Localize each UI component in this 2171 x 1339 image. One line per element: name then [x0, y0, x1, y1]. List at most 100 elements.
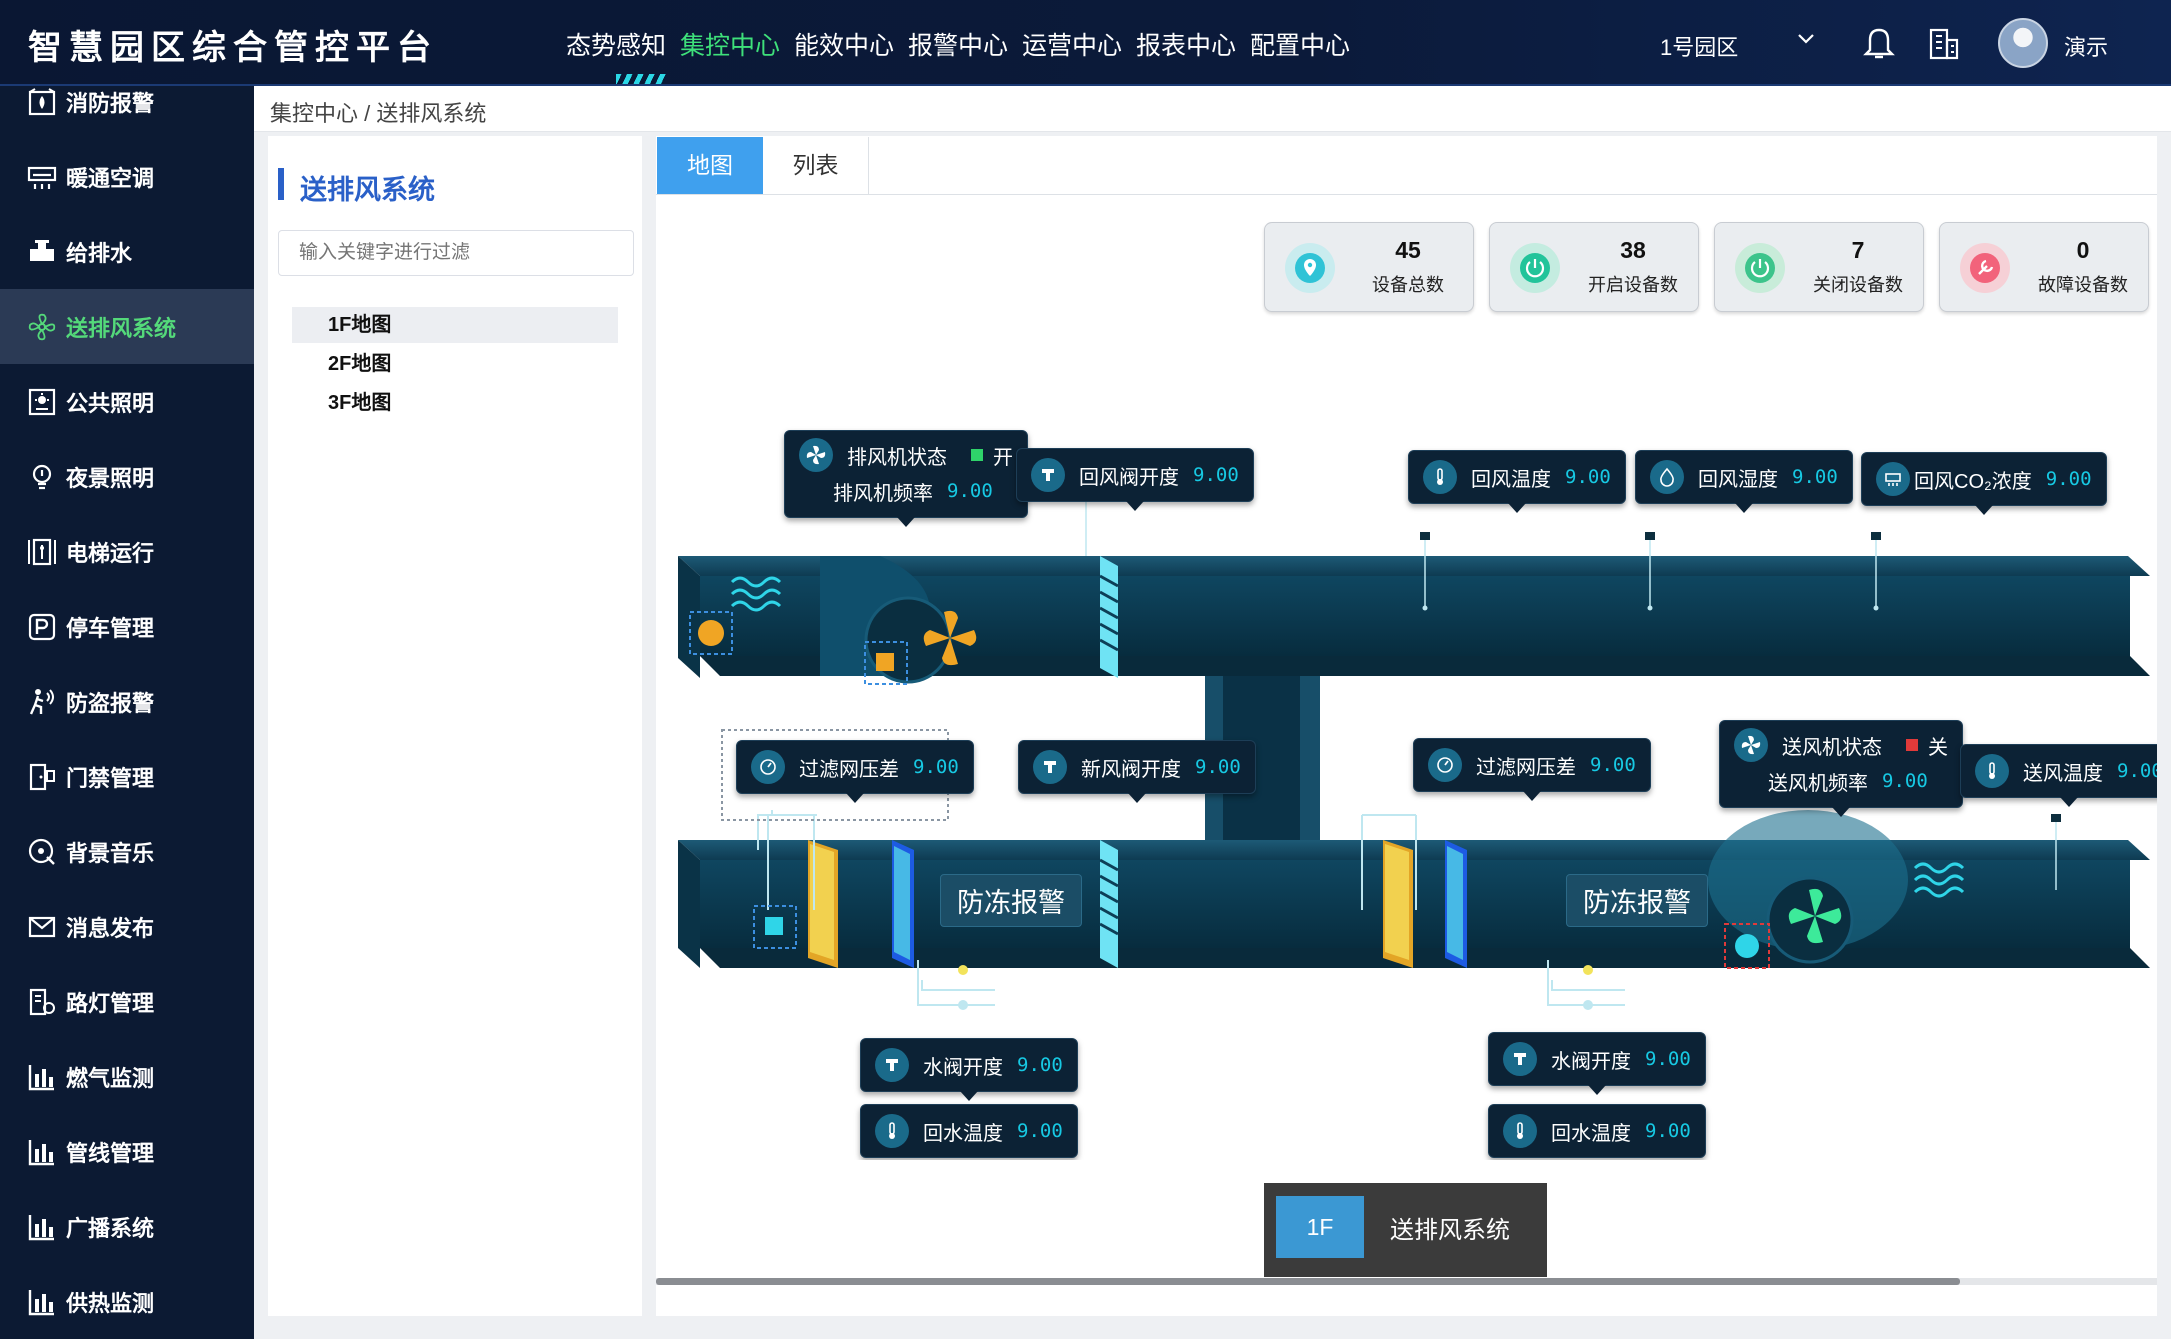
floor-button-1f[interactable]: 1F: [1276, 1196, 1364, 1258]
return-co2-info[interactable]: 回风CO₂浓度 9.00: [1861, 452, 2107, 515]
nav-item-control-center[interactable]: 集控中心: [680, 26, 780, 62]
nav-item-alarm[interactable]: 报警中心: [908, 26, 1008, 62]
intrusion-icon: [24, 684, 60, 720]
sidebar-item-water[interactable]: 给排水: [0, 214, 254, 289]
active-nav-indicator: [616, 74, 666, 84]
sidebar-item-message[interactable]: 消息发布: [0, 889, 254, 964]
supply-fan-info[interactable]: 送风机状态 关 送风机频率 9.00: [1719, 720, 1963, 817]
wrench-icon: [1960, 243, 2010, 293]
return-water-temp-info-1[interactable]: 回水温度 9.00: [860, 1104, 1078, 1158]
elevator-icon: [24, 534, 60, 570]
water-valve-info-1[interactable]: 水阀开度 9.00: [860, 1038, 1078, 1101]
sidebar-item-fire-alarm[interactable]: 消防报警: [0, 64, 254, 139]
stat-card-fault: 0 故障设备数: [1939, 222, 2149, 312]
parking-icon: [24, 609, 60, 645]
panel-title: 送排风系统: [278, 168, 435, 205]
horizontal-scrollbar-thumb[interactable]: [656, 1278, 1960, 1285]
return-humidity-info[interactable]: 回风湿度 9.00: [1635, 450, 1853, 513]
valve-icon: [875, 1048, 909, 1082]
power-icon: [1735, 243, 1785, 293]
gauge-icon: [1428, 748, 1462, 782]
filter-pressure-info-2[interactable]: 过滤网压差 9.00: [1413, 738, 1651, 801]
gauge-icon: [751, 750, 785, 784]
stat-card-total: 45 设备总数: [1264, 222, 1474, 312]
lighting-icon: [24, 384, 60, 420]
power-icon: [1510, 243, 1560, 293]
sidebar-item-public-lighting[interactable]: 公共照明: [0, 364, 254, 439]
return-damper-info[interactable]: 回风阀开度 9.00: [1016, 448, 1254, 511]
return-water-temp-info-2[interactable]: 回水温度 9.00: [1488, 1104, 1706, 1158]
antifreeze-alarm-1[interactable]: 防冻报警: [940, 874, 1082, 927]
stat-card-on: 38 开启设备数: [1489, 222, 1699, 312]
sidebar-item-parking[interactable]: 停车管理: [0, 589, 254, 664]
tree-item-3f[interactable]: 3F地图: [292, 385, 618, 421]
avatar[interactable]: [1998, 18, 2048, 68]
thermometer-icon: [1975, 754, 2009, 788]
sidebar-item-heating[interactable]: 供热监测: [0, 1264, 254, 1339]
valve-icon: [1031, 458, 1065, 492]
breadcrumb-bar: [254, 86, 2171, 132]
sidebar-item-ventilation[interactable]: 送排风系统: [0, 289, 254, 364]
music-icon: [24, 834, 60, 870]
nav-item-energy[interactable]: 能效中心: [794, 26, 894, 62]
droplet-icon: [1650, 460, 1684, 494]
valve-icon: [1033, 750, 1067, 784]
tab-map[interactable]: 地图: [657, 137, 763, 194]
stat-label: 设备总数: [1372, 275, 1444, 295]
tab-bar: [656, 136, 2157, 195]
thermometer-icon: [1503, 1114, 1537, 1148]
streetlight-icon: [24, 984, 60, 1020]
filter-pressure-info-1[interactable]: 过滤网压差 9.00: [736, 740, 974, 803]
status-indicator: [971, 449, 983, 461]
fresh-damper-info[interactable]: 新风阀开度 9.00: [1018, 740, 1256, 803]
chevron-down-icon[interactable]: [1796, 28, 1816, 54]
sidebar-item-intrusion[interactable]: 防盗报警: [0, 664, 254, 739]
sidebar: 消防报警 暖通空调 给排水 送排风系统 公共照明 夜景照明 电梯运行 停车管理 …: [0, 86, 254, 1339]
bell-icon[interactable]: [1862, 24, 1896, 60]
tab-list[interactable]: 列表: [763, 137, 869, 194]
sidebar-item-streetlight[interactable]: 路灯管理: [0, 964, 254, 1039]
water-valve-info-2[interactable]: 水阀开度 9.00: [1488, 1032, 1706, 1095]
park-selector[interactable]: 1号园区: [1660, 30, 1738, 62]
nav-item-operation[interactable]: 运营中心: [1022, 26, 1122, 62]
fire-alarm-icon: [24, 84, 60, 120]
door-icon: [24, 759, 60, 795]
location-icon: [1285, 243, 1335, 293]
stat-value: 0: [2076, 237, 2090, 263]
sidebar-item-gas[interactable]: 燃气监测: [0, 1039, 254, 1114]
stat-value: 38: [1620, 237, 1646, 263]
co2-icon: [1876, 462, 1910, 496]
supply-temp-info[interactable]: 送风温度 9.00: [1960, 744, 2157, 807]
filter-input[interactable]: [278, 230, 634, 276]
stat-value: 7: [1851, 237, 1865, 263]
building-icon[interactable]: [1928, 26, 1960, 60]
sidebar-item-elevator[interactable]: 电梯运行: [0, 514, 254, 589]
user-name[interactable]: 演示: [2064, 30, 2108, 62]
return-temp-info[interactable]: 回风温度 9.00: [1408, 450, 1626, 513]
valve-icon: [1503, 1042, 1537, 1076]
bar-chart-icon: [24, 1059, 60, 1095]
sidebar-item-broadcast[interactable]: 广播系统: [0, 1189, 254, 1264]
floor-system-name: 送排风系统: [1390, 1217, 1510, 1244]
fan-icon: [24, 309, 60, 345]
sidebar-item-hvac[interactable]: 暖通空调: [0, 139, 254, 214]
sidebar-item-night-lighting[interactable]: 夜景照明: [0, 439, 254, 514]
sidebar-item-music[interactable]: 背景音乐: [0, 814, 254, 889]
sidebar-item-pipeline[interactable]: 管线管理: [0, 1114, 254, 1189]
tree-item-2f[interactable]: 2F地图: [292, 346, 618, 382]
mail-icon: [24, 909, 60, 945]
sidebar-item-access[interactable]: 门禁管理: [0, 739, 254, 814]
bar-chart-icon: [24, 1284, 60, 1320]
breadcrumb: 集控中心 / 送排风系统: [270, 101, 487, 126]
hvac-icon: [24, 159, 60, 195]
nav-item-situation[interactable]: 态势感知: [566, 26, 666, 62]
tree-item-1f[interactable]: 1F地图: [292, 307, 618, 343]
water-icon: [24, 234, 60, 270]
ahu-diagram: 排风机状态 开 排风机频率 9.00 回风阀开度 9.00 回风温度 9.00 …: [660, 320, 2157, 1160]
nav-item-config[interactable]: 配置中心: [1250, 26, 1350, 62]
nav-item-report[interactable]: 报表中心: [1136, 26, 1236, 62]
thermometer-icon: [875, 1114, 909, 1148]
thermometer-icon: [1423, 460, 1457, 494]
antifreeze-alarm-2[interactable]: 防冻报警: [1566, 874, 1708, 927]
exhaust-fan-info[interactable]: 排风机状态 开 排风机频率 9.00: [784, 430, 1028, 527]
